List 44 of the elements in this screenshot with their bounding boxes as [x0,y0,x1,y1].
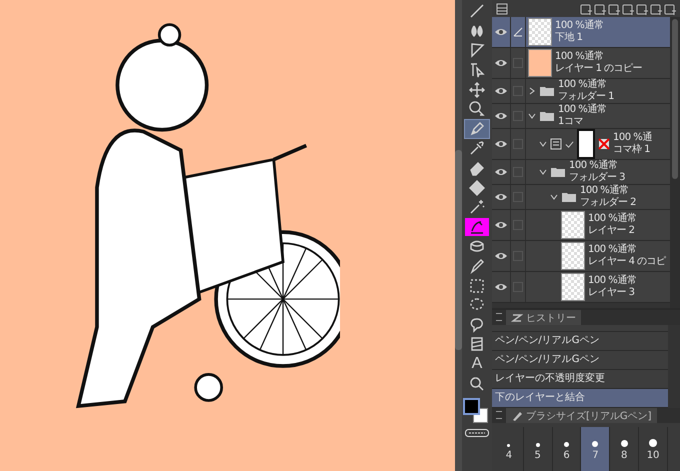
layer-name: レイヤー 2 [588,225,636,237]
layer-blend-mode: 100 %通常 [588,244,638,256]
history-item[interactable]: ペン/ペン/リアルGペン [492,332,668,351]
layer-blend-mode: 100 %通常 [588,275,636,287]
layer-blend-mode: 100 %通常 [558,104,606,116]
brush-size-option[interactable]: 4 [495,427,524,471]
layer-name: フォルダー 3 [569,172,626,184]
layer-blend-mode: 100 %通常 [558,79,608,91]
layer-name: コマ枠 1 [613,144,652,156]
layer-row[interactable]: 100 %通常 フォルダー 1 [492,79,670,104]
layer-name: 下地 1 [555,32,584,44]
layer-name: 1コマ [558,116,584,128]
brush-size-tab-label: ブラシサイズ[リアルGペン] [526,410,652,422]
brush-size-option[interactable]: 10 [639,427,668,471]
layer-row[interactable]: 100 %通常 レイヤー 3 [492,272,670,303]
brush-size-option[interactable]: 8 [610,427,640,471]
layer-blend-mode: 100 %通常 [569,160,618,172]
history-tab-label: ヒストリー [526,312,576,324]
layer-blend-mode: 100 %通常 [580,185,630,197]
layer-row[interactable]: 100 %通常 下地 1 [492,17,670,48]
layer-blend-mode: 100 %通常 [588,213,636,225]
history-item[interactable]: レイヤーの不透明度変更 [492,370,668,389]
layer-blend-mode: 100 %通常 [555,20,604,32]
layer-name: フォルダー 2 [580,197,636,209]
layer-blend-mode: 100 %通 [613,132,652,144]
layer-row[interactable]: 100 %通常 レイヤー 1 のコピー [492,48,670,79]
layer-blend-mode: 100 %通常 [555,51,604,63]
layer-row[interactable]: 100 %通 コマ枠 1 [492,129,670,160]
layer-row[interactable]: 100 %通常 フォルダー 2 [492,185,670,210]
layer-row[interactable]: 100 %通常 1コマ [492,104,670,129]
layer-name: フォルダー 1 [558,91,614,103]
brush-size-tab[interactable]: ブラシサイズ[リアルGペン] [506,408,657,423]
layer-name: レイヤー 1 のコピー [555,63,642,75]
layer-name: レイヤー 3 [588,287,636,299]
layer-name: レイヤー 4 のコピ [588,256,666,268]
history-item[interactable]: 下のレイヤーと結合 [492,389,668,408]
layer-row[interactable]: 100 %通常 レイヤー 2 [492,210,670,241]
layer-row[interactable]: 100 %通常 レイヤー 4 のコピ [492,241,670,272]
layer-row[interactable]: 100 %通常 フォルダー 3 [492,160,670,185]
brush-size-option[interactable]: 7 [581,427,610,471]
brush-size-option[interactable]: 5 [524,427,553,471]
text-tool-button[interactable]: A [465,354,489,374]
history-item[interactable]: ペン/ペン/リアルGペン [492,351,668,370]
history-tab[interactable]: ヒストリー [506,310,581,325]
